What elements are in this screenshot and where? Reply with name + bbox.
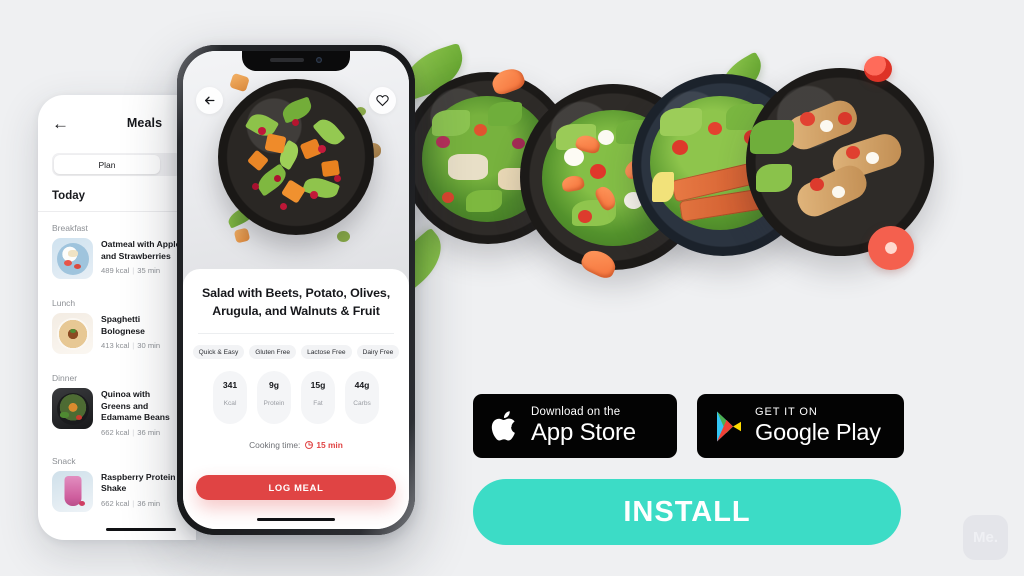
nutrition-carbs: 44g Carbs	[345, 371, 379, 425]
plan-segmented-control[interactable]: Plan	[52, 153, 182, 176]
meal-name: Spaghetti Bolognese	[101, 314, 145, 336]
meal-time: 36 min	[137, 427, 161, 437]
google-play-text: GET IT ON Google Play	[755, 407, 881, 445]
tag-quick-easy[interactable]: Quick & Easy	[192, 345, 245, 360]
food-bowl-bruschetta	[746, 68, 934, 256]
tag-lactose-free[interactable]: Lactose Free	[301, 345, 352, 360]
tag-gluten-free[interactable]: Gluten Free	[249, 345, 297, 360]
meal-thumbnail	[52, 238, 93, 279]
food-bowls-decoration	[386, 42, 946, 302]
cooking-time-value: 15 min	[316, 440, 343, 451]
left-phone-header: ← Meals	[38, 95, 196, 151]
apple-logo-icon	[490, 408, 520, 444]
tomato-garnish-icon	[864, 56, 892, 82]
today-heading: Today	[52, 190, 86, 202]
tab-plan[interactable]: Plan	[54, 155, 160, 174]
list-item[interactable]: Oatmeal with Apple and Strawberries 489 …	[38, 238, 196, 287]
speaker-icon	[270, 57, 304, 62]
tag-dairy-free[interactable]: Dairy Free	[356, 345, 400, 360]
main-phone-meal-detail: Salad with Beets, Potato, Olives, Arugul…	[177, 45, 415, 535]
meal-time: 36 min	[137, 498, 161, 508]
dish-hero-image	[183, 51, 409, 285]
olive-garnish-icon	[337, 231, 350, 242]
app-store-badge[interactable]: Download on the App Store	[473, 394, 677, 458]
google-play-big-label: Google Play	[755, 419, 881, 446]
nutrition-value: 44g	[354, 380, 370, 391]
meal-meta: 413 kcal | 30 min	[101, 341, 161, 351]
clock-icon	[305, 441, 314, 450]
meal-thumbnail	[52, 470, 93, 512]
group-label-dinner: Dinner	[52, 373, 78, 383]
list-item[interactable]: Quinoa with Greens and Edamame Beans 662…	[38, 388, 196, 445]
google-play-logo-icon	[714, 410, 744, 443]
log-meal-button[interactable]: LOG MEAL	[196, 475, 396, 500]
dish-detail-card: Salad with Beets, Potato, Olives, Arugul…	[183, 269, 409, 529]
meal-thumbnail	[52, 313, 93, 354]
nutrition-value: 341	[222, 380, 238, 391]
dish-bowl	[218, 79, 374, 235]
app-store-text: Download on the App Store	[531, 405, 636, 447]
cooking-time-value-group: 15 min	[305, 440, 343, 450]
home-indicator	[38, 528, 196, 531]
heart-outline-icon[interactable]	[369, 87, 396, 114]
list-item[interactable]: Raspberry Protein Shake 662 kcal | 36 min	[38, 470, 196, 520]
left-phone-title: Meals	[126, 116, 163, 130]
app-store-big-label: App Store	[531, 419, 636, 447]
meal-name: Raspberry Protein Shake	[101, 471, 176, 494]
app-store-small-label: Download on the	[531, 405, 621, 418]
group-label-breakfast: Breakfast	[52, 223, 88, 233]
app-logo: Me.	[963, 515, 1008, 560]
phone-notch	[242, 51, 350, 71]
nutrition-fat: 15g Fat	[301, 371, 335, 425]
crouton-garnish-icon	[233, 227, 251, 244]
meal-meta: 662 kcal | 36 min	[101, 498, 161, 508]
crouton-garnish-icon	[229, 72, 250, 93]
meal-thumbnail	[52, 388, 93, 429]
nutrition-label: Kcal	[223, 400, 237, 408]
back-arrow-icon[interactable]	[196, 87, 223, 114]
promo-screenshot: ← Meals Plan Today Breakfast Oatmeal wit…	[0, 0, 1024, 576]
nutrition-facts: 341 Kcal 9g Protein 15g Fat 44g Carbs	[196, 371, 396, 425]
nutrition-protein: 9g Protein	[257, 371, 291, 425]
install-button[interactable]: INSTALL	[473, 479, 901, 545]
left-phone-meal-list: ← Meals Plan Today Breakfast Oatmeal wit…	[38, 95, 196, 540]
list-item[interactable]: Spaghetti Bolognese 413 kcal | 30 min	[38, 313, 196, 362]
meal-time: 35 min	[137, 266, 161, 276]
camera-icon	[316, 56, 322, 63]
nutrition-value: 15g	[310, 380, 326, 391]
store-badges: Download on the App Store GET IT ON Goog…	[473, 394, 904, 458]
meal-kcal: 662 kcal	[101, 427, 130, 437]
group-label-lunch: Lunch	[52, 298, 76, 308]
cooking-time-row: Cooking time: 15 min	[196, 440, 396, 450]
nutrition-label: Carbs	[353, 400, 371, 408]
dish-title: Salad with Beets, Potato, Olives, Arugul…	[201, 286, 391, 318]
nutrition-label: Fat	[313, 400, 323, 408]
cooking-time-label: Cooking time:	[249, 440, 301, 451]
meal-kcal: 489 kcal	[101, 266, 130, 276]
phone-screen: Salad with Beets, Potato, Olives, Arugul…	[183, 51, 409, 529]
nutrition-kcal: 341 Kcal	[213, 371, 247, 425]
tomato-half-garnish-icon	[868, 226, 914, 270]
meal-time: 30 min	[137, 341, 161, 351]
nutrition-value: 9g	[268, 380, 280, 391]
dish-tags: Quick & Easy Gluten Free Lactose Free Da…	[192, 345, 400, 360]
meal-kcal: 662 kcal	[101, 498, 130, 508]
meal-name: Oatmeal with Apple and Strawberries	[101, 239, 181, 261]
meal-meta: 662 kcal | 36 min	[101, 427, 161, 437]
google-play-badge[interactable]: GET IT ON Google Play	[697, 394, 904, 458]
meal-name: Quinoa with Greens and Edamame Beans	[101, 389, 170, 423]
home-indicator	[257, 517, 335, 521]
google-play-small-label: GET IT ON	[755, 406, 818, 419]
group-label-snack: Snack	[52, 455, 76, 466]
divider	[198, 333, 394, 335]
meal-kcal: 413 kcal	[101, 341, 130, 351]
nutrition-label: Protein	[263, 400, 285, 408]
meal-meta: 489 kcal | 35 min	[101, 266, 161, 276]
